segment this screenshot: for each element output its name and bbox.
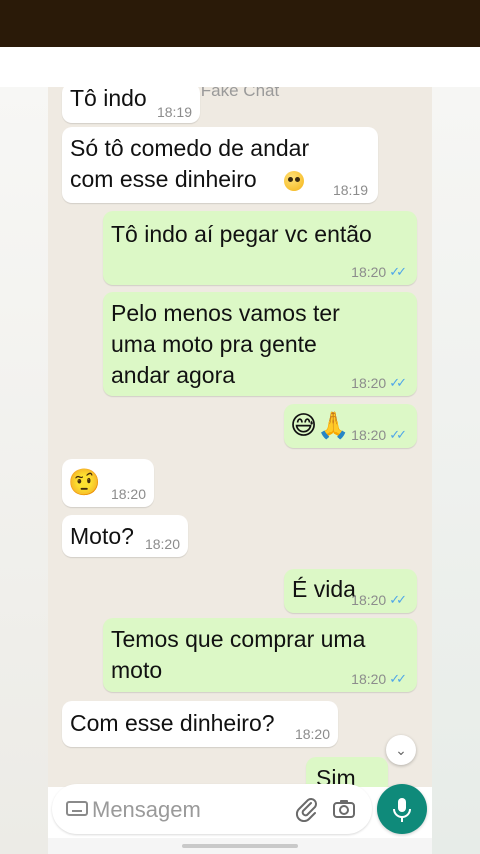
message-text-line: uma moto pra gente (111, 331, 317, 357)
message-time-meta: 18:19 (157, 104, 192, 120)
double-check-icon: ✓✓ (389, 427, 407, 442)
double-check-icon: ✓✓ (389, 375, 407, 390)
pleading-face-emoji (284, 171, 304, 191)
message-outgoing-emoji[interactable]: 😅🙏 18:20 ✓✓ (284, 404, 417, 448)
message-time: 18:20 (351, 592, 387, 608)
message-incoming[interactable]: Tô indo 18:19 (62, 87, 200, 123)
message-outgoing[interactable]: Sim (306, 757, 388, 787)
message-text: Tô indo (70, 87, 147, 111)
home-indicator[interactable] (182, 844, 298, 848)
message-input[interactable] (92, 796, 282, 824)
message-text-line: andar agora (111, 362, 236, 388)
message-text: É vida (292, 576, 356, 602)
message-incoming[interactable]: Moto? 18:20 (62, 515, 188, 557)
message-time: 18:20 (351, 671, 387, 687)
message-time-meta: 18:20 ✓✓ (351, 427, 407, 443)
double-check-icon: ✓✓ (389, 592, 407, 607)
message-incoming-emoji[interactable]: 🤨 18:20 (62, 459, 154, 507)
microphone-icon (393, 798, 411, 822)
message-outgoing[interactable]: É vida 18:20 ✓✓ (284, 569, 417, 613)
message-time-meta: 18:20 ✓✓ (351, 375, 407, 391)
message-text-line: Só tô comedo de andar (70, 135, 310, 161)
message-time-meta: 18:20 (295, 726, 330, 742)
microphone-button[interactable] (377, 784, 427, 834)
message-text: Tô indo aí pegar vc então (111, 221, 372, 247)
message-text-line: Temos que comprar uma (111, 626, 366, 652)
message-outgoing[interactable]: Pelo menos vamos ter uma moto pra gente … (103, 292, 417, 396)
message-composer[interactable] (52, 784, 372, 834)
message-time-meta: 18:20 (145, 536, 180, 552)
top-spacer (0, 47, 480, 87)
message-incoming[interactable]: Só tô comedo de andar com esse dinheiro … (62, 127, 378, 203)
message-time: 18:20 (110, 486, 146, 502)
double-check-icon: ✓✓ (389, 264, 407, 279)
message-time-meta: 18:20 ✓✓ (351, 592, 407, 608)
keyboard-icon[interactable] (66, 801, 88, 816)
double-check-icon: ✓✓ (389, 671, 407, 686)
message-time-meta: 18:20 ✓✓ (351, 264, 407, 280)
message-time-meta: 18:20 ✓✓ (351, 671, 407, 687)
paperclip-icon[interactable] (295, 796, 319, 823)
message-text-line: Pelo menos vamos ter (111, 300, 340, 326)
chevron-double-down-icon: ⌄ (395, 742, 407, 758)
message-time-meta: 18:20 (111, 486, 146, 502)
message-text-line: com esse dinheiro (70, 166, 257, 192)
message-outgoing[interactable]: Temos que comprar uma moto 18:20 ✓✓ (103, 618, 417, 692)
message-text: Moto? (70, 523, 134, 549)
scroll-to-bottom-button[interactable]: ⌄ (386, 735, 416, 765)
message-time: 18:20 (351, 375, 387, 391)
message-text: Com esse dinheiro? (70, 710, 275, 736)
message-emoji: 😅🙏 (290, 410, 350, 440)
message-text-line: moto (111, 657, 163, 683)
message-time: 18:20 (144, 536, 180, 552)
left-margin (0, 87, 48, 854)
message-incoming[interactable]: Com esse dinheiro? 18:20 (62, 701, 338, 747)
message-time: 18:19 (156, 104, 192, 120)
message-time-meta: 18:19 (333, 182, 368, 198)
message-time: 18:20 (351, 264, 387, 280)
message-time: 18:20 (351, 427, 387, 443)
message-time: 18:20 (294, 726, 330, 742)
status-bar (0, 0, 480, 47)
right-margin (432, 87, 480, 854)
message-outgoing[interactable]: Tô indo aí pegar vc então 18:20 ✓✓ (103, 211, 417, 285)
message-time: 18:19 (332, 182, 368, 198)
camera-icon[interactable] (332, 798, 356, 820)
message-emoji: 🤨 (68, 467, 101, 497)
chat-area[interactable]: Fake Chat Tô indo 18:19 Só tô comedo de … (48, 87, 432, 787)
